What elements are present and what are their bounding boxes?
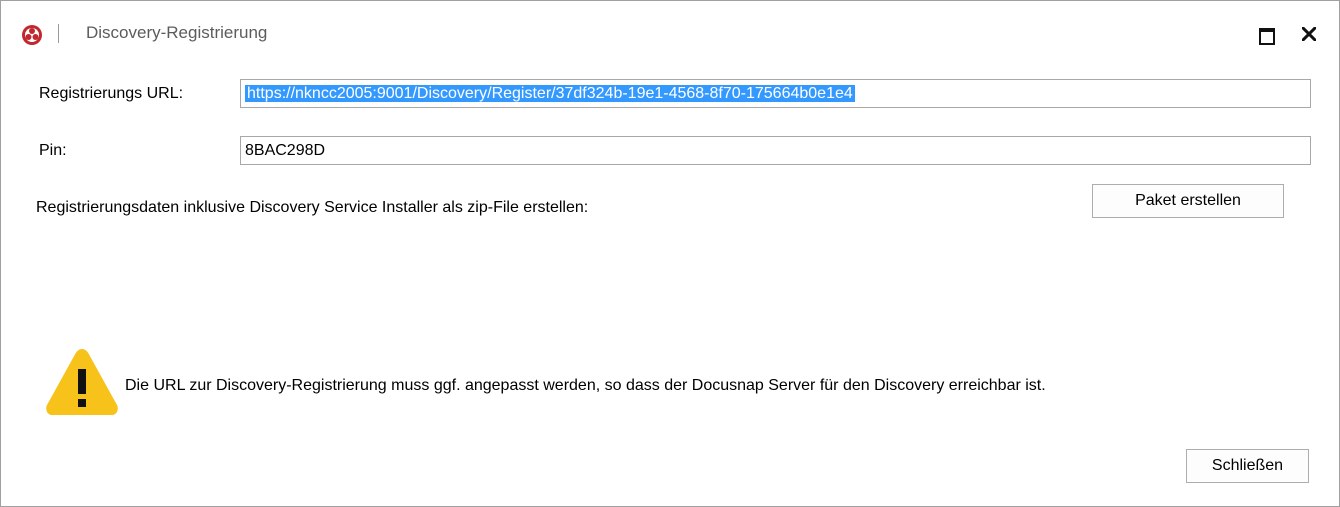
maximize-icon — [1259, 28, 1275, 45]
maximize-button[interactable] — [1253, 23, 1279, 47]
app-logo-icon — [22, 25, 42, 45]
title-separator — [58, 24, 59, 43]
url-label: Registrierungs URL: — [39, 85, 184, 102]
url-input-value: https://nkncc2005:9001/Discovery/Registe… — [245, 85, 855, 102]
close-window-button[interactable] — [1296, 21, 1322, 47]
title-bar[interactable]: Discovery-Registrierung — [1, 1, 1339, 63]
window-title: Discovery-Registrierung — [86, 23, 268, 42]
close-icon — [1302, 27, 1316, 41]
create-package-button[interactable]: Paket erstellen — [1092, 184, 1284, 218]
dialog-window: Discovery-Registrierung Registrierungs U… — [0, 0, 1340, 507]
pin-input[interactable]: 8BAC298D — [240, 136, 1311, 165]
close-button[interactable]: Schließen — [1186, 449, 1309, 483]
warning-text: Die URL zur Discovery-Registrierung muss… — [125, 377, 1046, 394]
warning-icon — [46, 349, 118, 415]
pin-label: Pin: — [39, 142, 67, 159]
package-description: Registrierungsdaten inklusive Discovery … — [36, 199, 589, 216]
pin-input-value: 8BAC298D — [245, 142, 326, 159]
url-input[interactable]: https://nkncc2005:9001/Discovery/Registe… — [240, 79, 1311, 108]
